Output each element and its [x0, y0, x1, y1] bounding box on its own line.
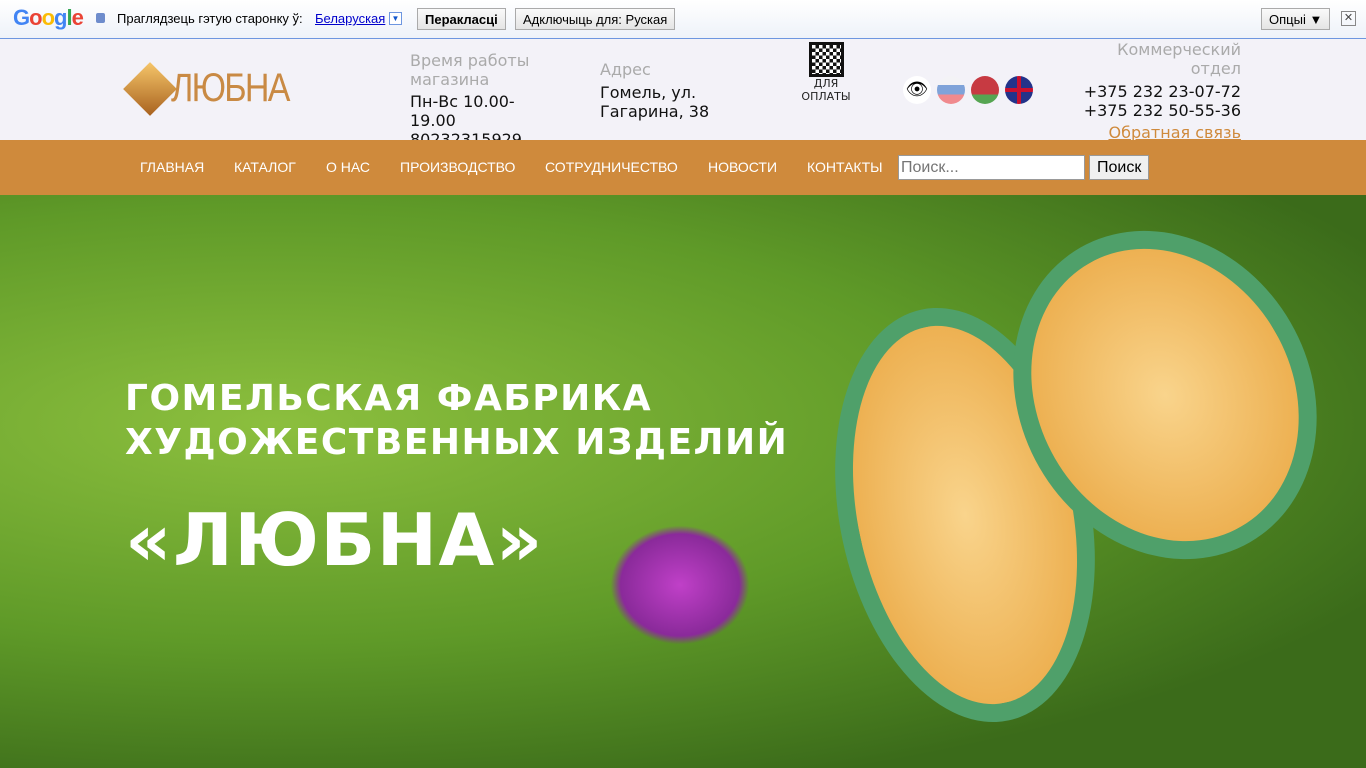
- hours-value: Пн-Вс 10.00-19.00: [410, 92, 515, 130]
- address-label: Адрес: [600, 60, 651, 79]
- hero-banner: ГОМЕЛЬСКАЯ ФАБРИКА ХУДОЖЕСТВЕННЫХ ИЗДЕЛИ…: [0, 195, 1366, 768]
- hero-image-flower: [610, 525, 750, 645]
- options-button[interactable]: Опцыі ▼: [1261, 8, 1331, 30]
- language-link[interactable]: Беларуская: [315, 11, 385, 26]
- disable-translate-button[interactable]: Адключыць для: Руская: [515, 8, 676, 30]
- nav-production[interactable]: ПРОИЗВОДСТВО: [400, 159, 515, 175]
- flag-by-icon[interactable]: [971, 76, 999, 104]
- address-block: Адрес Гомель, ул. Гагарина, 38: [600, 60, 720, 121]
- search-button[interactable]: Поиск: [1089, 155, 1150, 180]
- search-input[interactable]: [898, 155, 1085, 180]
- google-logo: Google: [13, 5, 84, 30]
- main-nav: ГЛАВНАЯ КАТАЛОГ О НАС ПРОИЗВОДСТВО СОТРУ…: [0, 140, 1366, 195]
- translate-bar: Google Праглядзець гэтую старонку ў: Бел…: [0, 0, 1366, 39]
- hero-line-1: ГОМЕЛЬСКАЯ ФАБРИКА: [125, 378, 653, 419]
- commercial-label: Коммерческий отдел: [1117, 40, 1241, 78]
- nav-catalog[interactable]: КАТАЛОГ: [234, 159, 296, 175]
- eye-icon[interactable]: 👁: [903, 76, 931, 104]
- hours-block: Время работы магазина Пн-Вс 10.00-19.00 …: [410, 51, 550, 149]
- flag-en-icon[interactable]: [1005, 76, 1033, 104]
- hero-line-2: ХУДОЖЕСТВЕННЫХ ИЗДЕЛИЙ: [125, 422, 789, 463]
- hero-title: «ЛЮБНА»: [125, 498, 544, 582]
- logo-text: ЛЮБНА: [171, 66, 290, 110]
- nav-about[interactable]: О НАС: [326, 159, 370, 175]
- translate-button[interactable]: Перакласці: [417, 8, 506, 30]
- phone-1: +375 232 23-07-72: [1083, 82, 1241, 101]
- logo[interactable]: ЛЮБНА: [123, 62, 335, 116]
- lock-icon: [96, 13, 105, 23]
- phone-2: +375 232 50-55-36: [1083, 101, 1241, 120]
- nav-contacts[interactable]: КОНТАКТЫ: [807, 159, 883, 175]
- translate-prompt: Праглядзець гэтую старонку ў:: [117, 11, 303, 26]
- qr-code-icon: [808, 42, 844, 77]
- hours-label: Время работы магазина: [410, 51, 530, 89]
- nav-news[interactable]: НОВОСТИ: [708, 159, 777, 175]
- close-icon[interactable]: ✕: [1341, 11, 1356, 26]
- address-value: Гомель, ул. Гагарина, 38: [600, 83, 710, 121]
- qr-caption: ДЛЯ ОПЛАТЫ: [801, 77, 851, 103]
- commercial-block: Коммерческий отдел +375 232 23-07-72 +37…: [1081, 40, 1241, 142]
- qr-block[interactable]: ДЛЯ ОПЛАТЫ: [795, 42, 857, 103]
- logo-diamond-icon: [123, 62, 177, 116]
- flag-ru-icon[interactable]: [937, 76, 965, 104]
- nav-cooperation[interactable]: СОТРУДНИЧЕСТВО: [545, 159, 678, 175]
- language-dropdown-icon[interactable]: ▼: [389, 12, 402, 25]
- nav-home[interactable]: ГЛАВНАЯ: [140, 159, 204, 175]
